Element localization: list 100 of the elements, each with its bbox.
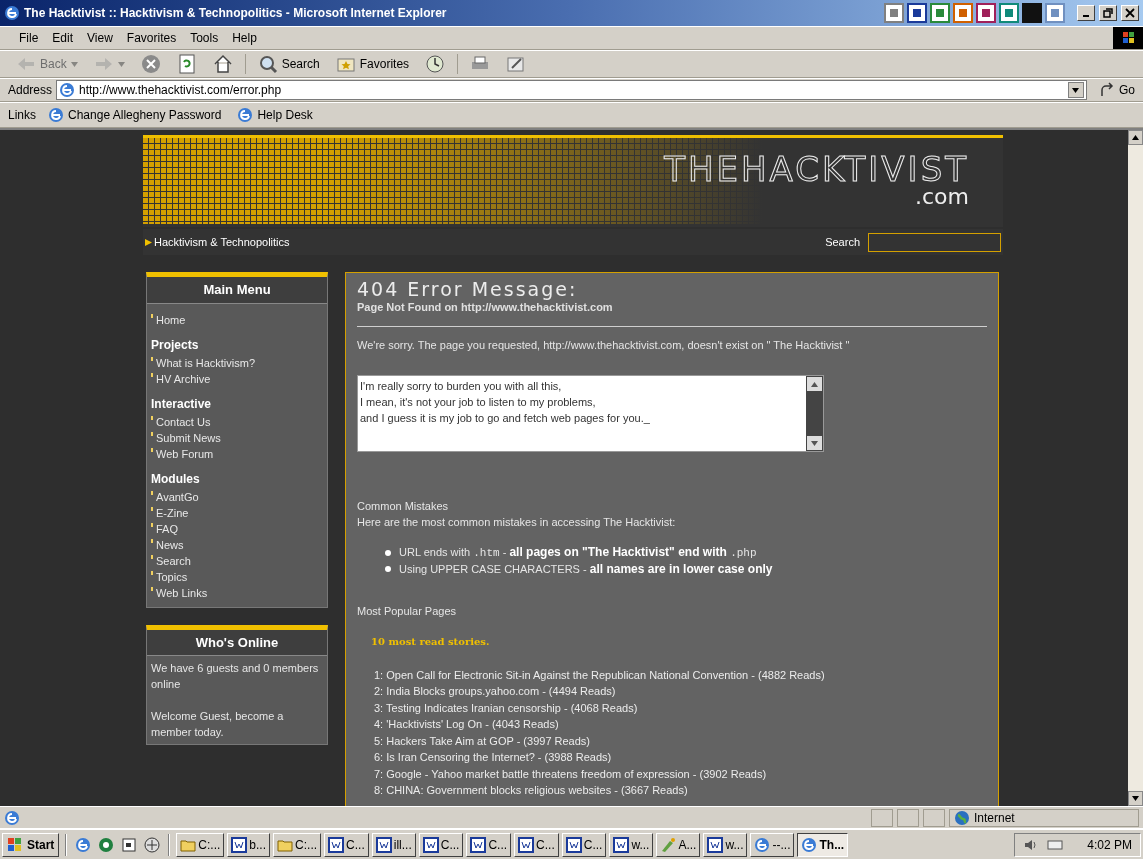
document-icon — [518, 836, 535, 853]
story-link[interactable]: 8: CHINA: Government blocks religious websites - (3667 Reads) — [374, 782, 987, 799]
document-icon — [422, 836, 439, 853]
story-link[interactable]: 7: Google - Yahoo market battle threatens freedom of expression - (3902 Reads) — [374, 765, 987, 782]
menu-link[interactable]: Submit News — [151, 429, 323, 446]
up-arrow-icon — [1132, 135, 1139, 140]
taskbar-button[interactable]: b... — [227, 832, 271, 857]
document-icon — [613, 836, 630, 853]
menu-link[interactable]: E-Zine — [151, 504, 323, 521]
globe-icon — [954, 809, 970, 826]
document-icon — [707, 836, 724, 853]
menu-link[interactable]: News — [151, 536, 323, 553]
clock: 4:02 PM — [1087, 836, 1132, 854]
app-shortcut-icon[interactable] — [999, 3, 1019, 23]
scroll-down-button[interactable] — [1128, 791, 1143, 806]
address-field[interactable]: http://www.thehacktivist.com/error.php — [56, 80, 1087, 100]
address-label: Address — [8, 82, 53, 99]
forward-arrow-icon — [93, 56, 114, 72]
menu-link[interactable]: Home — [151, 311, 323, 328]
menu-item[interactable]: Tools — [183, 29, 226, 47]
taskbar-button[interactable]: C... — [466, 832, 512, 857]
taskbar-button[interactable]: --... — [750, 832, 795, 857]
story-link[interactable]: 5: Hackers Take Aim at GOP - (3997 Reads) — [374, 732, 987, 749]
menu-link[interactable]: Web Forum — [151, 445, 323, 462]
globe-icon[interactable] — [98, 836, 115, 853]
menu-link[interactable]: Web Links — [151, 584, 323, 601]
go-button[interactable]: Go — [1091, 81, 1143, 99]
scroll-up-button[interactable] — [807, 377, 822, 391]
taskbar-button[interactable]: C... — [561, 832, 607, 857]
restore-button[interactable] — [1099, 5, 1117, 21]
menu-item[interactable]: File — [12, 29, 46, 47]
menu-link[interactable]: AvantGo — [151, 488, 323, 505]
site-logo: THEHACKTIVIST — [664, 152, 969, 186]
taskbar-button[interactable]: w... — [703, 832, 748, 857]
message-textarea[interactable]: I'm really sorry to burden you with all this, I mean, it's not your job to listen to my problems, and I guess it is my job to go and fetch web pages for you._ — [357, 375, 824, 452]
taskbar-button[interactable]: C:... — [273, 832, 322, 857]
menu-link[interactable]: Contact Us — [151, 413, 323, 430]
close-button[interactable] — [1121, 5, 1139, 21]
caret-icon — [117, 61, 125, 67]
taskbar-button[interactable]: Th... — [797, 832, 849, 857]
story-link[interactable]: 3: Testing Indicates Iranian censorship - (4068 Reads) — [374, 699, 987, 716]
menu-item[interactable]: View — [80, 29, 120, 47]
menu-link[interactable]: Search — [151, 552, 323, 569]
browser-icon — [75, 836, 92, 853]
browser-icon — [801, 836, 818, 853]
online-status-text: Welcome Guest, become a member today. — [151, 709, 285, 740]
edit-icon — [506, 54, 527, 74]
browser-icon — [4, 5, 20, 21]
app-shortcut-icon[interactable] — [976, 3, 996, 23]
section-heading: Most Popular Pages — [357, 604, 458, 619]
page-scrollbar[interactable] — [1128, 130, 1143, 806]
menu-link[interactable]: Topics — [151, 568, 323, 585]
scroll-up-button[interactable] — [1128, 130, 1143, 145]
intro-text: Here are the most common mistakes in accessing The Hacktivist: — [357, 515, 677, 530]
search-label: Search — [825, 234, 860, 250]
caret-icon — [70, 61, 78, 67]
taskbar-button[interactable]: w... — [609, 832, 654, 857]
scroll-down-button[interactable] — [807, 436, 822, 450]
document-icon — [375, 836, 392, 853]
story-link[interactable]: 1: Open Call for Electronic Sit-in Against the Republican National Convention - (4882 Reads) — [374, 666, 987, 683]
browser-icon — [754, 836, 771, 853]
menu-link[interactable]: HV Archive — [151, 370, 323, 387]
link-button[interactable]: Change Allegheny Password — [44, 106, 226, 124]
panel-title: Main Menu — [147, 277, 327, 304]
search-field[interactable] — [868, 232, 1001, 252]
minimize-icon — [1083, 15, 1089, 17]
story-link[interactable]: 2: India Blocks groups.yahoo.com - (4494 Reads) — [374, 683, 987, 700]
story-link[interactable]: 4: 'Hacktivists' Log On - (4043 Reads) — [374, 716, 987, 733]
dropdown-button[interactable] — [1068, 82, 1084, 98]
links-label: Links — [8, 107, 36, 124]
minimize-button[interactable] — [1077, 5, 1095, 21]
stop-icon — [140, 54, 161, 74]
taskbar-button[interactable]: C... — [514, 832, 559, 857]
start-button[interactable]: Start — [2, 832, 60, 857]
taskbar-button[interactable]: C:... — [176, 832, 225, 857]
windows-logo-icon — [1113, 27, 1143, 49]
menu-link[interactable]: What is Hacktivism? — [151, 354, 323, 371]
favorites-button[interactable]: Favorites — [331, 54, 414, 74]
menu-item[interactable]: Edit — [45, 29, 81, 47]
menu-item[interactable]: Favorites — [119, 29, 184, 47]
story-link[interactable]: 6: Is Iran Censoring the Internet? - (3988 Reads) — [374, 749, 987, 766]
taskbar-button[interactable]: ill... — [371, 832, 416, 857]
menu-item[interactable]: Help — [225, 29, 264, 47]
search-button[interactable]: Search — [253, 54, 324, 74]
app-shortcut-icon[interactable] — [907, 3, 927, 23]
down-arrow-icon — [811, 440, 818, 446]
browser-icon — [4, 809, 20, 826]
refresh-icon — [176, 54, 197, 74]
security-zone-label: Internet — [974, 809, 1015, 827]
link-button[interactable]: Help Desk — [233, 106, 317, 124]
app-shortcut-icon[interactable] — [930, 3, 950, 23]
taskbar-button[interactable]: C... — [418, 832, 464, 857]
menu-link[interactable]: FAQ — [151, 520, 323, 537]
scrollbar[interactable] — [806, 376, 823, 451]
taskbar-button[interactable]: A... — [656, 832, 701, 857]
document-icon — [328, 836, 345, 853]
taskbar-button[interactable]: C... — [324, 832, 369, 857]
menu-section-heading: Projects — [151, 336, 200, 354]
search-icon — [257, 54, 278, 74]
compass-icon[interactable] — [144, 836, 161, 853]
